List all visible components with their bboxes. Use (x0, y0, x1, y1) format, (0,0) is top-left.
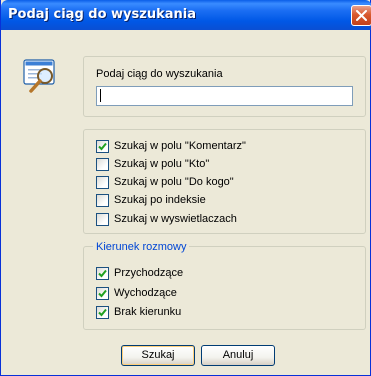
checkbox[interactable] (96, 287, 109, 300)
direction-legend: Kierunek rozmowy (93, 241, 190, 253)
checkmark-icon (98, 308, 107, 317)
window-title: Podaj ciąg do wyszukania (8, 7, 196, 22)
checkbox[interactable] (96, 194, 109, 207)
direction-label: Wychodzące (114, 287, 177, 299)
option-label: Szukaj w polu "Komentarz" (114, 140, 246, 152)
checkmark-icon (98, 142, 107, 151)
checkbox[interactable] (96, 158, 109, 171)
option-label: Szukaj w polu "Kto" (114, 158, 210, 170)
checkmark-icon (98, 289, 107, 298)
option-label: Szukaj w wyswietlaczach (114, 213, 237, 225)
checkbox[interactable] (96, 267, 109, 280)
search-label: Podaj ciąg do wyszukania (96, 68, 223, 80)
checkbox[interactable] (96, 140, 109, 153)
close-icon (356, 10, 367, 21)
close-button[interactable] (351, 5, 371, 26)
search-input[interactable] (96, 86, 353, 106)
title-bar[interactable]: Podaj ciąg do wyszukania (1, 0, 371, 30)
option-label: Szukaj po indeksie (114, 194, 206, 206)
option-label: Szukaj w polu "Do kogo" (114, 176, 234, 188)
text-caret (100, 89, 101, 102)
search-button[interactable]: Szukaj (121, 345, 195, 366)
search-magnifier-icon (23, 59, 55, 93)
checkbox[interactable] (96, 213, 109, 226)
direction-label: Przychodzące (114, 267, 184, 279)
checkbox[interactable] (96, 306, 109, 319)
cancel-button[interactable]: Anuluj (201, 345, 275, 366)
checkmark-icon (98, 269, 107, 278)
checkbox[interactable] (96, 176, 109, 189)
direction-label: Brak kierunku (114, 306, 182, 318)
search-dialog: Podaj ciąg do wyszukania Podaj ciąg do w… (0, 0, 371, 376)
